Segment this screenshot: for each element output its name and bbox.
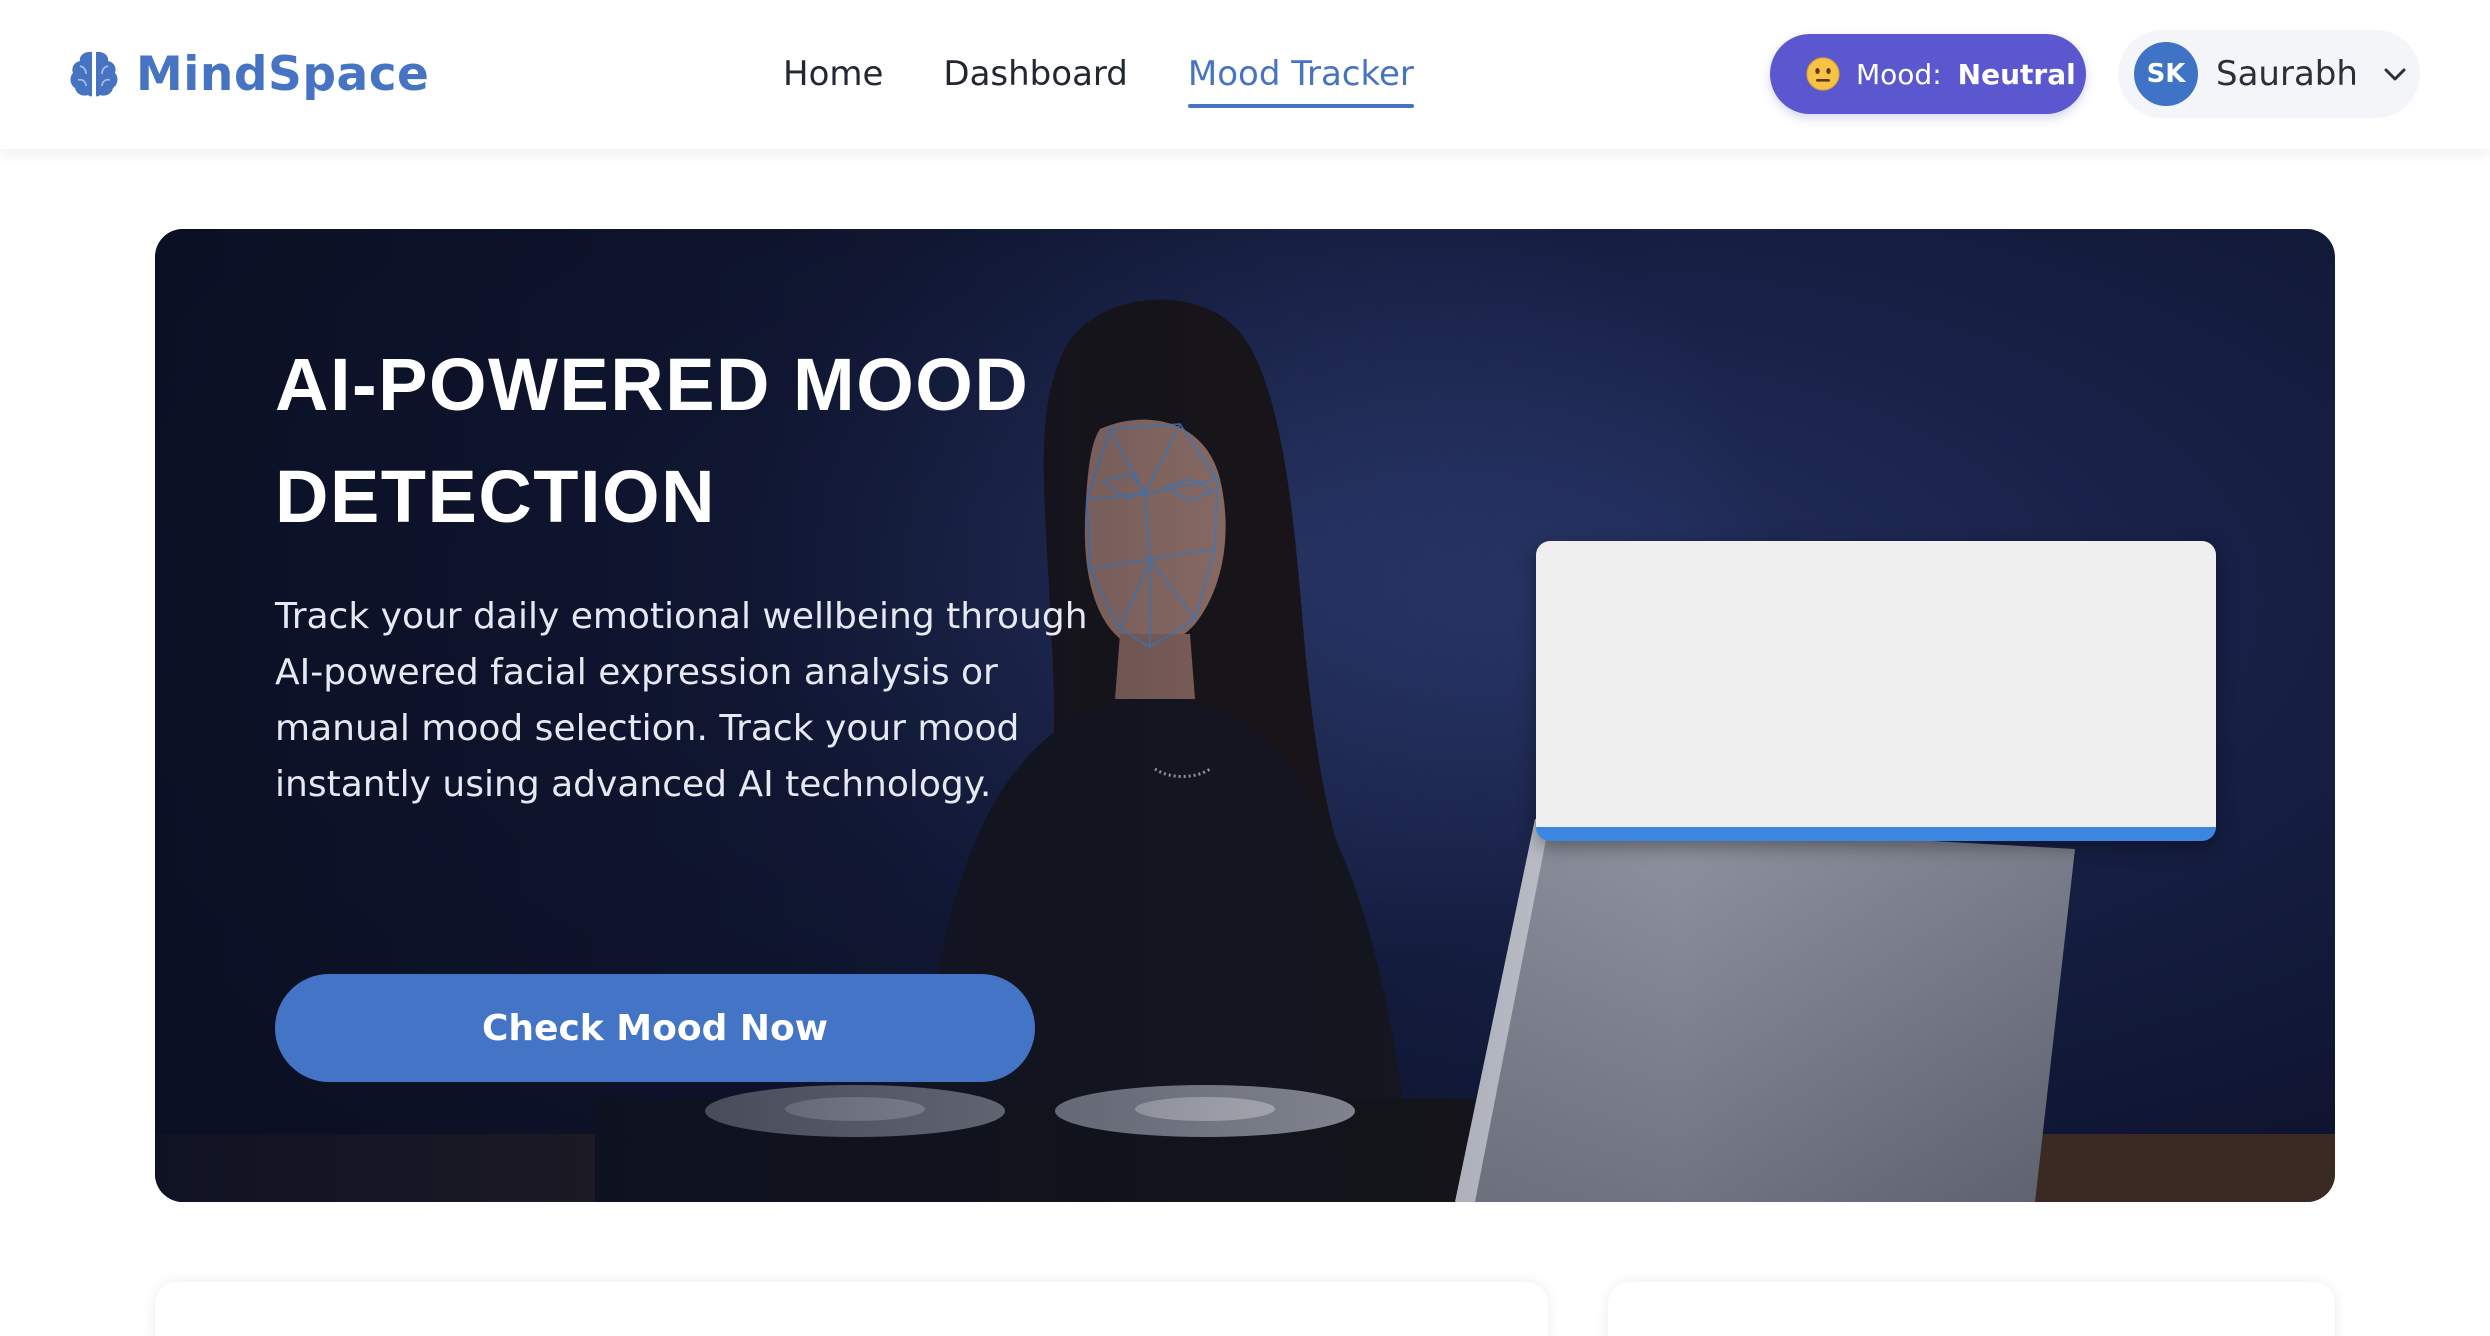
brain-icon — [70, 51, 118, 97]
user-menu[interactable]: SK Saurabh — [2118, 30, 2420, 118]
content-card-right — [1608, 1282, 2335, 1336]
hero-description: Track your daily emotional wellbeing thr… — [275, 596, 1088, 805]
brand-logo[interactable]: MindSpace — [68, 42, 429, 106]
user-name: Saurabh — [2216, 54, 2358, 94]
chevron-down-icon — [2384, 68, 2406, 81]
mood-result-panel — [1536, 541, 2216, 841]
hero-title: AI-POWERED MOOD DETECTION — [275, 343, 1030, 538]
content-card-left — [155, 1282, 1548, 1336]
mood-label: Mood: — [1856, 57, 1942, 91]
neutral-face-icon — [1806, 57, 1840, 91]
main-nav: Home Dashboard Mood Tracker — [783, 48, 1414, 108]
top-navbar: MindSpace Home Dashboard Mood Tracker Mo… — [0, 0, 2490, 149]
nav-mood-tracker[interactable]: Mood Tracker — [1187, 48, 1414, 108]
hero-banner: AI-POWERED MOOD DETECTION Track your dai… — [155, 229, 2335, 1202]
current-mood-badge[interactable]: Mood: Neutral — [1770, 34, 2086, 114]
nav-dashboard[interactable]: Dashboard — [943, 48, 1127, 104]
brand-name: MindSpace — [136, 46, 430, 102]
nav-home[interactable]: Home — [783, 48, 883, 104]
mood-value: Neutral — [1957, 57, 2076, 91]
avatar: SK — [2134, 42, 2198, 106]
check-mood-now-button[interactable]: Check Mood Now — [275, 974, 1035, 1082]
